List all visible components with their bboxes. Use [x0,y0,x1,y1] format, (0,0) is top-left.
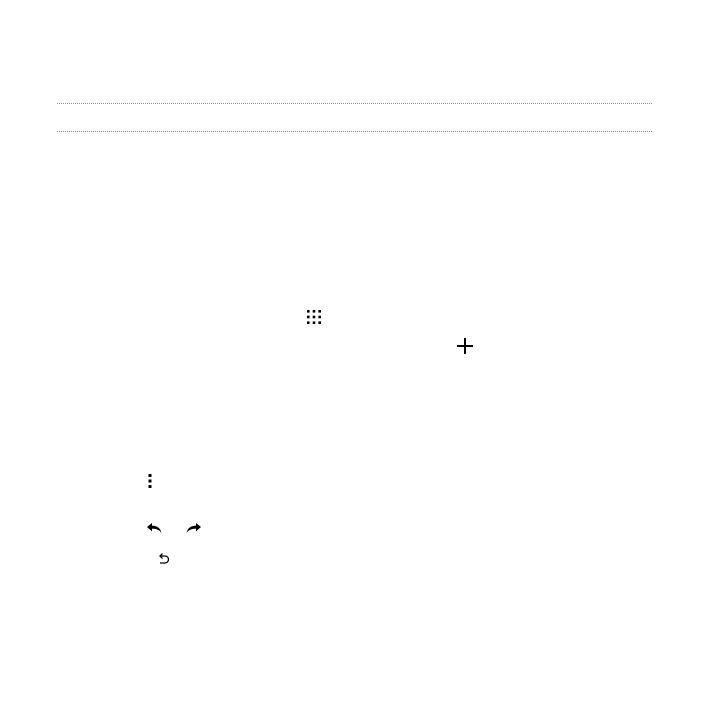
apps-grid-icon [306,309,322,325]
redo-icon [184,521,204,535]
dotted-divider-top [57,103,652,104]
back-return-icon [157,551,171,565]
undo-icon [144,521,164,535]
more-menu-icon [146,472,154,490]
plus-icon [456,337,474,355]
dotted-divider-bottom [57,131,652,132]
